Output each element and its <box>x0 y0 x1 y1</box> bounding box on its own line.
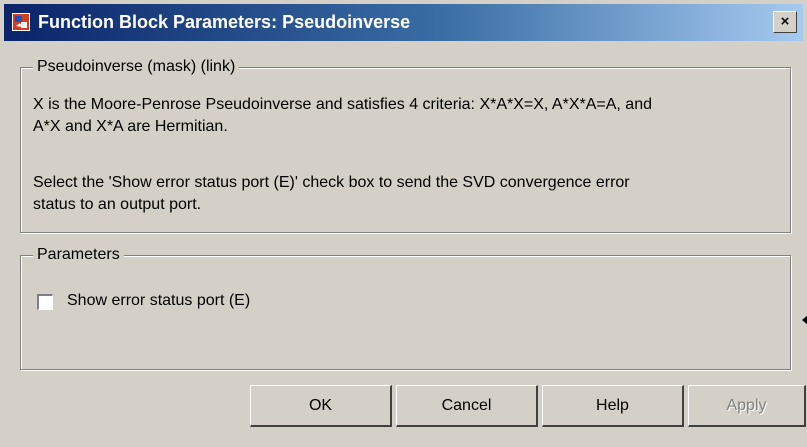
pointer-icon <box>802 315 807 325</box>
help-button[interactable]: Help <box>542 385 684 427</box>
show-error-status-checkbox[interactable] <box>37 294 53 310</box>
simulink-block-icon <box>12 13 30 31</box>
description-line-4: status to an output port. <box>33 196 202 213</box>
show-error-status-label[interactable]: Show error status port (E) <box>67 292 250 310</box>
dialog-window: Function Block Parameters: Pseudoinverse… <box>0 0 807 447</box>
close-icon: × <box>780 13 790 30</box>
cancel-button[interactable]: Cancel <box>396 385 538 427</box>
ok-button[interactable]: OK <box>250 385 392 427</box>
window-title: Function Block Parameters: Pseudoinverse <box>38 12 411 32</box>
description-group: Pseudoinverse (mask) (link) X is the Moo… <box>20 58 791 233</box>
parameters-group-title: Parameters <box>33 246 124 264</box>
close-button[interactable]: × <box>773 11 797 33</box>
apply-button[interactable]: Apply <box>688 385 806 427</box>
description-line-3: Select the 'Show error status port (E)' … <box>33 174 630 191</box>
description-group-title: Pseudoinverse (mask) (link) <box>33 58 240 76</box>
title-bar[interactable]: Function Block Parameters: Pseudoinverse… <box>4 4 803 41</box>
parameters-group: Parameters Show error status port (E) <box>20 246 791 370</box>
description-line-2: A*X and X*A are Hermitian. <box>33 118 228 135</box>
description-line-1: X is the Moore-Penrose Pseudoinverse and… <box>33 96 652 113</box>
